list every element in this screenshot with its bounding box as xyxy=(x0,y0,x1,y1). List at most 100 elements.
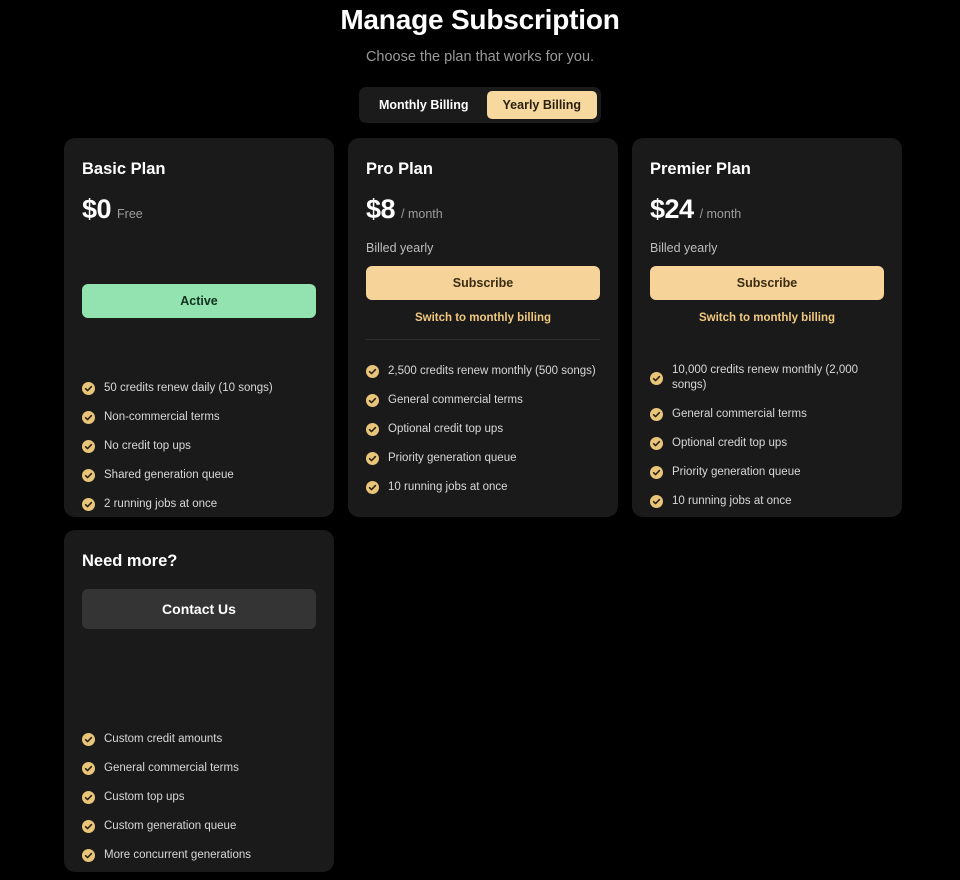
feature-list-pro: 2,500 credits renew monthly (500 songs) … xyxy=(366,364,600,495)
check-circle-icon xyxy=(82,733,95,746)
feature-item: Optional credit top ups xyxy=(366,422,600,437)
feature-label: Non-commercial terms xyxy=(104,410,220,425)
spacer-premier xyxy=(650,257,884,266)
subscription-page: Manage Subscription Choose the plan that… xyxy=(0,0,960,880)
plan-billing-note-basic xyxy=(82,239,316,257)
feature-list-need-more: Custom credit amounts General commercial… xyxy=(82,732,316,863)
plan-price-suffix-pro: / month xyxy=(401,207,443,221)
feature-label: No credit top ups xyxy=(104,439,191,454)
feature-item: Priority generation queue xyxy=(650,465,884,480)
feature-label: Custom generation queue xyxy=(104,819,236,834)
spacer-below-cta-premier xyxy=(650,326,884,339)
feature-list-premier: 10,000 credits renew monthly (2,000 song… xyxy=(650,363,884,509)
feature-label: General commercial terms xyxy=(672,407,807,422)
check-circle-icon xyxy=(366,365,379,378)
check-circle-icon xyxy=(650,408,663,421)
feature-item: Priority generation queue xyxy=(366,451,600,466)
feature-label: 10 running jobs at once xyxy=(388,480,508,495)
feature-item: No credit top ups xyxy=(82,439,316,454)
plan-price-suffix-basic: Free xyxy=(117,207,143,221)
feature-label: Priority generation queue xyxy=(388,451,517,466)
feature-item: Non-commercial terms xyxy=(82,410,316,425)
contact-us-button[interactable]: Contact Us xyxy=(82,589,316,629)
feature-item: More concurrent generations xyxy=(82,848,316,863)
spacer-pro xyxy=(366,257,600,266)
feature-item: Custom generation queue xyxy=(82,819,316,834)
billing-toggle-wrapper: Monthly Billing Yearly Billing xyxy=(0,87,960,123)
switch-billing-link-premier[interactable]: Switch to monthly billing xyxy=(650,310,884,326)
feature-label: General commercial terms xyxy=(104,761,239,776)
page-subtitle: Choose the plan that works for you. xyxy=(0,47,960,67)
feature-label: 10 running jobs at once xyxy=(672,494,792,509)
need-more-title: Need more? xyxy=(82,550,316,572)
check-circle-icon xyxy=(82,382,95,395)
plan-name-premier: Premier Plan xyxy=(650,158,884,180)
check-circle-icon xyxy=(82,498,95,511)
feature-item: General commercial terms xyxy=(366,393,600,408)
check-circle-icon xyxy=(82,440,95,453)
toggle-monthly-billing[interactable]: Monthly Billing xyxy=(363,91,485,119)
feature-label: 50 credits renew daily (10 songs) xyxy=(104,381,273,396)
plan-cta-pro[interactable]: Subscribe xyxy=(366,266,600,300)
plan-cta-premier[interactable]: Subscribe xyxy=(650,266,884,300)
page-header: Manage Subscription Choose the plan that… xyxy=(0,0,960,123)
feature-label: More concurrent generations xyxy=(104,848,251,863)
plan-cards-grid: Basic Plan $0 Free Active 50 credits ren… xyxy=(64,138,904,872)
need-more-card: Need more? Contact Us Custom credit amou… xyxy=(64,530,334,872)
feature-item: 50 credits renew daily (10 songs) xyxy=(82,381,316,396)
feature-item: General commercial terms xyxy=(82,761,316,776)
plan-card-pro: Pro Plan $8 / month Billed yearly Subscr… xyxy=(348,138,618,517)
feature-list-basic: 50 credits renew daily (10 songs) Non-co… xyxy=(82,381,316,512)
feature-label: Optional credit top ups xyxy=(388,422,503,437)
check-circle-icon xyxy=(366,452,379,465)
plan-price-premier: $24 xyxy=(650,193,694,225)
feature-label: 2 running jobs at once xyxy=(104,497,217,512)
feature-item: Custom credit amounts xyxy=(82,732,316,747)
feature-item: 10,000 credits renew monthly (2,000 song… xyxy=(650,363,884,393)
plan-cta-basic[interactable]: Active xyxy=(82,284,316,318)
plan-price-row-premier: $24 / month xyxy=(650,193,884,225)
plan-price-row-pro: $8 / month xyxy=(366,193,600,225)
feature-item: 2,500 credits renew monthly (500 songs) xyxy=(366,364,600,379)
spacer-above-features-premier xyxy=(650,339,884,363)
plan-price-suffix-premier: / month xyxy=(700,207,742,221)
check-circle-icon xyxy=(650,466,663,479)
check-circle-icon xyxy=(82,411,95,424)
feature-label: Priority generation queue xyxy=(672,465,801,480)
feature-label: Custom credit amounts xyxy=(104,732,222,747)
feature-item: 2 running jobs at once xyxy=(82,497,316,512)
feature-item: Custom top ups xyxy=(82,790,316,805)
check-circle-icon xyxy=(366,481,379,494)
check-circle-icon xyxy=(82,469,95,482)
plan-price-pro: $8 xyxy=(366,193,395,225)
plan-card-basic: Basic Plan $0 Free Active 50 credits ren… xyxy=(64,138,334,517)
spacer-above-features-pro xyxy=(366,340,600,364)
feature-label: 2,500 credits renew monthly (500 songs) xyxy=(388,364,596,379)
check-circle-icon xyxy=(650,372,663,385)
spacer-above-features-need-more xyxy=(82,708,316,732)
check-circle-icon xyxy=(650,495,663,508)
feature-label: Custom top ups xyxy=(104,790,185,805)
toggle-yearly-billing[interactable]: Yearly Billing xyxy=(487,91,598,119)
feature-label: Shared generation queue xyxy=(104,468,234,483)
feature-item: General commercial terms xyxy=(650,407,884,422)
plan-name-pro: Pro Plan xyxy=(366,158,600,180)
feature-item: Optional credit top ups xyxy=(650,436,884,451)
plan-price-basic: $0 xyxy=(82,193,111,225)
feature-label: Optional credit top ups xyxy=(672,436,787,451)
check-circle-icon xyxy=(650,437,663,450)
plan-billing-note-premier: Billed yearly xyxy=(650,239,884,257)
check-circle-icon xyxy=(82,791,95,804)
feature-item: Shared generation queue xyxy=(82,468,316,483)
feature-item: 10 running jobs at once xyxy=(366,480,600,495)
spacer-below-cta-basic xyxy=(82,318,316,357)
page-title: Manage Subscription xyxy=(0,2,960,38)
plan-billing-note-pro: Billed yearly xyxy=(366,239,600,257)
spacer-basic xyxy=(82,257,316,284)
spacer-need-more xyxy=(82,572,316,589)
feature-label: 10,000 credits renew monthly (2,000 song… xyxy=(672,363,884,393)
switch-billing-link-pro[interactable]: Switch to monthly billing xyxy=(366,310,600,326)
billing-toggle[interactable]: Monthly Billing Yearly Billing xyxy=(359,87,601,123)
spacer-below-cta-pro xyxy=(366,326,600,339)
check-circle-icon xyxy=(366,423,379,436)
